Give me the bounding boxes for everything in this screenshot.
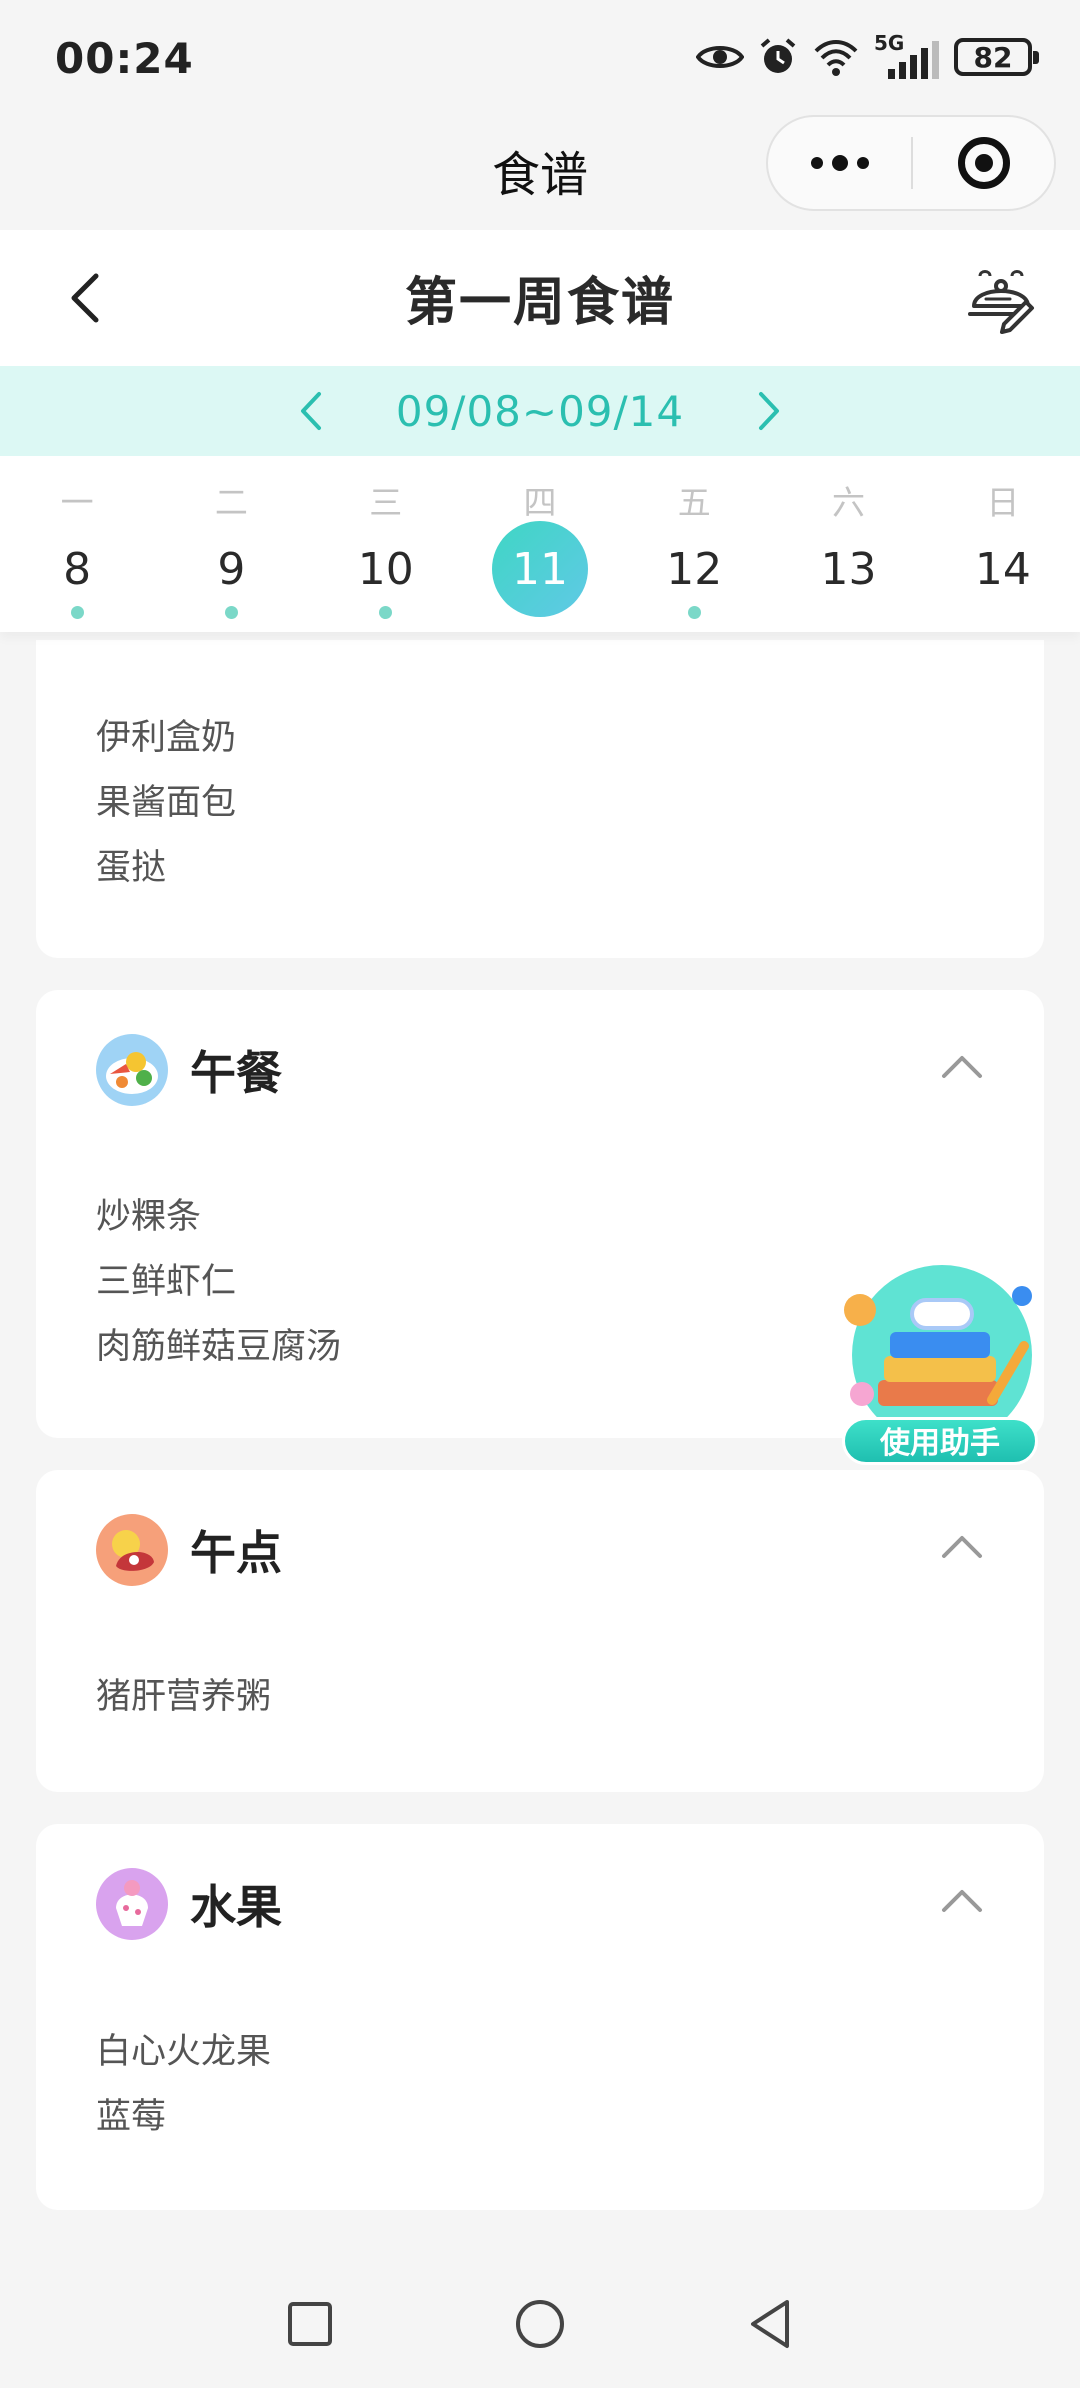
meal-title: 午餐 [190,1046,282,1100]
list-item: 炒粿条 [96,1197,202,1237]
snack-items: 猪肝营养粥 [96,1665,271,1730]
day-weekday: 四 [523,483,557,522]
home-button[interactable] [510,2294,570,2354]
cellular-signal-icon: 5G [874,31,940,79]
chevron-up-icon[interactable] [940,1880,984,1924]
fruit-icon [96,1868,168,1940]
day-weekday: 二 [214,483,248,522]
day-number-wrap: 11 [491,521,588,617]
list-item: 白心火龙果 [96,2032,272,2072]
day-number: 10 [357,543,414,595]
day-sun[interactable]: 日 14 [926,456,1080,632]
chevron-up-icon[interactable] [940,1526,984,1570]
list-item: 三鲜虾仁 [96,1262,237,1302]
lunch-plate-icon [96,1034,168,1106]
status-bar: 00:24 5G 82 [0,0,1080,115]
day-tue[interactable]: 二9 [154,456,308,632]
day-number-wrap: 8 [29,521,125,617]
list-item: 果酱面包 [96,783,237,823]
list-item: 蓝莓 [96,2097,167,2137]
mini-program-nav: 食谱 [0,115,1080,230]
more-button[interactable] [768,117,911,209]
lunch-header[interactable]: 午餐 [96,1032,282,1108]
page-header: 第一周食谱 [0,230,1080,366]
recents-button[interactable] [280,2294,340,2354]
snack-header[interactable]: 午点 [96,1512,282,1588]
list-item: 蛋挞 [96,848,167,888]
has-menu-dot [687,606,701,619]
day-number-wrap: 14 [955,521,1051,617]
snack-icon [96,1514,168,1586]
eye-icon [696,46,744,68]
week-range: 09/08~09/14 [395,386,685,436]
day-number: 12 [666,543,723,595]
breakfast-items: 伊利盒奶 果酱面包 蛋挞 [96,706,236,901]
close-mini-program-button[interactable] [913,137,1054,189]
day-weekday: 六 [832,483,866,522]
back-system-button[interactable] [740,2294,800,2354]
more-dot-icon [831,155,848,171]
recipe-edit-button[interactable] [966,266,1036,336]
list-item: 肉筋鲜菇豆腐汤 [96,1327,342,1367]
day-wed[interactable]: 三 10 [309,456,463,632]
day-strip: 一8 二9 三 10 四 11 五 12 六 13 日 14 [0,456,1080,632]
fruit-items: 白心火龙果 蓝莓 [96,2020,271,2150]
wifi-icon [814,40,858,76]
battery-icon: 82 [954,38,1039,76]
day-number: 11 [511,543,568,595]
prev-week-button[interactable] [276,376,346,446]
day-fri[interactable]: 五 12 [617,456,771,632]
day-mon[interactable]: 一8 [0,456,154,632]
day-weekday: 三 [369,483,403,522]
assistant-float-button[interactable]: 使用助手 [842,1260,1042,1465]
day-number: 13 [820,543,877,595]
status-icons: 5G 82 [696,31,1039,82]
fruit-card: 水果 白心火龙果 蓝莓 [36,1824,1044,2210]
chevron-left-icon [300,392,321,430]
system-nav-bar [0,2260,1080,2388]
day-weekday: 五 [677,483,711,522]
day-number: 9 [217,543,246,595]
alarm-icon [760,38,796,73]
day-number: 8 [63,543,92,595]
capsule-menu [766,115,1056,211]
meal-title: 午点 [190,1526,282,1580]
list-item: 伊利盒奶 [96,718,237,758]
day-weekday: 一 [60,483,94,522]
day-sat[interactable]: 六 13 [771,456,925,632]
next-week-button[interactable] [734,376,804,446]
breakfast-card: 伊利盒奶 果酱面包 蛋挞 [36,640,1044,958]
page-title: 第一周食谱 [404,273,675,333]
assistant-label: 使用助手 [842,1417,1038,1465]
has-menu-dot [224,606,238,619]
target-icon [957,137,1010,189]
day-weekday: 日 [986,483,1020,522]
snack-card: 午点 猪肝营养粥 [36,1470,1044,1792]
fruit-header[interactable]: 水果 [96,1866,282,1942]
list-item: 猪肝营养粥 [96,1677,272,1717]
day-thu[interactable]: 四 11 [463,456,617,632]
day-number-wrap: 12 [646,521,742,617]
books-illustration-icon [844,1265,1032,1440]
day-number-wrap: 9 [183,521,279,617]
day-number-wrap: 13 [801,521,897,617]
lunch-items: 炒粿条 三鲜虾仁 肉筋鲜菇豆腐汤 [96,1185,341,1380]
more-dot-icon [856,157,869,169]
day-number: 14 [974,543,1031,595]
meal-title: 水果 [190,1880,282,1934]
chef-cloche-icon [968,270,1034,334]
chevron-up-icon[interactable] [940,1046,984,1090]
chevron-right-icon [759,392,780,430]
circle-icon [516,2300,564,2348]
triangle-back-icon [751,2300,789,2348]
has-menu-dot [379,606,393,619]
square-icon [288,2302,332,2346]
status-time: 00:24 [55,34,194,83]
battery-level: 82 [973,40,1013,74]
week-selector: 09/08~09/14 [0,366,1080,456]
has-menu-dot [70,606,84,619]
more-dot-icon [810,157,823,169]
day-number-wrap: 10 [338,521,434,617]
